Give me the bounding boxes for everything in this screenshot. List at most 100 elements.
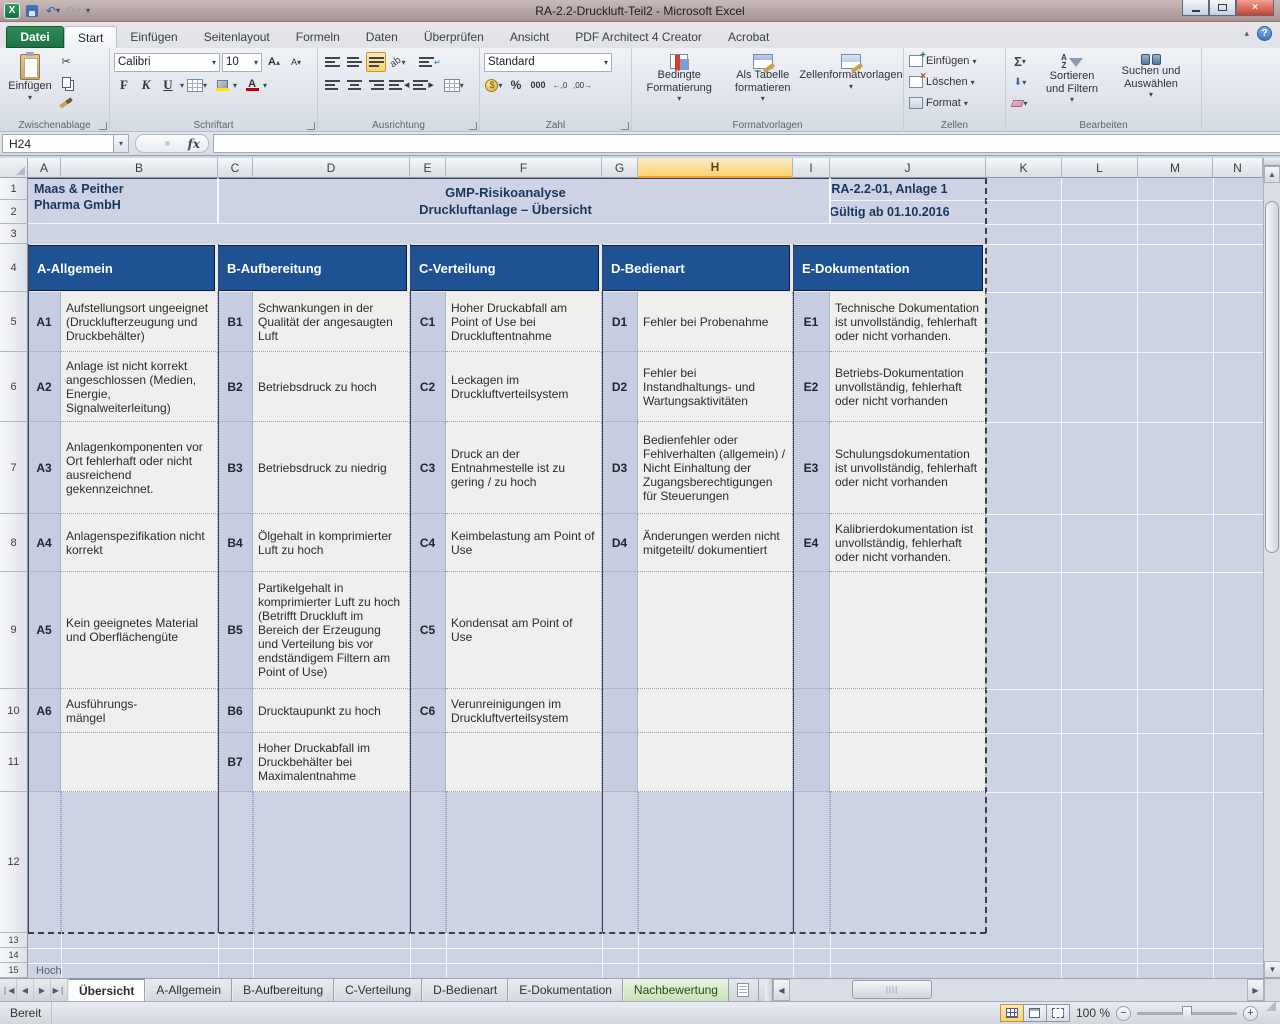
currency-button[interactable]: $▾ — [484, 75, 504, 95]
cell-empty[interactable] — [218, 792, 253, 933]
bold-button[interactable]: F — [114, 75, 134, 95]
column-header-e[interactable]: E — [410, 158, 446, 178]
cell-empty[interactable] — [602, 733, 638, 792]
save-button[interactable] — [23, 3, 41, 19]
decrease-indent-button[interactable]: ◀ — [388, 75, 410, 95]
column-header-i[interactable]: I — [793, 158, 830, 178]
page-break-view-button[interactable] — [1046, 1004, 1070, 1022]
cell-id[interactable]: E2 — [793, 352, 830, 422]
row-header-2[interactable]: 2 — [0, 200, 28, 224]
cell-empty[interactable] — [28, 792, 61, 933]
cell-text[interactable]: Betriebs-Dokumentation unvollständig, fe… — [830, 352, 986, 422]
cell-id[interactable]: C2 — [410, 352, 446, 422]
font-size-select[interactable]: 10▾ — [222, 53, 262, 72]
cell-text[interactable]: Kondensat am Point of Use — [446, 572, 602, 689]
row-header-5[interactable]: 5 — [0, 292, 28, 352]
cell-id[interactable]: E1 — [793, 292, 830, 352]
cell-text[interactable]: Verunreinigungen im Druckluftverteilsyst… — [446, 689, 602, 733]
cell-id[interactable]: A2 — [28, 352, 61, 422]
tab-daten[interactable]: Daten — [353, 26, 411, 48]
table-header-b-aufbereitung[interactable]: B-Aufbereitung — [218, 245, 407, 291]
horizontal-scrollbar[interactable]: ◀ |||| ▶ — [765, 979, 1280, 1001]
zoom-slider-track[interactable] — [1137, 1012, 1237, 1015]
cell-id[interactable]: A4 — [28, 514, 61, 572]
cell-id[interactable]: D1 — [602, 292, 638, 352]
align-bottom-button[interactable] — [366, 52, 386, 72]
tab-acrobat[interactable]: Acrobat — [715, 26, 782, 48]
row-header-7[interactable]: 7 — [0, 422, 28, 514]
cell-id[interactable]: B7 — [218, 733, 253, 792]
zoom-in-button[interactable]: + — [1243, 1006, 1258, 1021]
cell-text[interactable]: Bedienfehler oder Fehlverhalten (allgeme… — [638, 422, 793, 514]
wrap-text-button[interactable]: ↵ — [418, 52, 442, 72]
row-header-15[interactable]: 15 — [0, 963, 28, 978]
orientation-button[interactable]: ab▾ — [388, 52, 408, 72]
cell-text[interactable]: Ölgehalt in komprimierter Luft zu hoch — [253, 514, 410, 572]
name-box[interactable]: H24 — [2, 134, 114, 153]
column-header-g[interactable]: G — [602, 158, 638, 178]
increase-indent-button[interactable]: ▶ — [412, 75, 434, 95]
cell-id[interactable]: B6 — [218, 689, 253, 733]
cell-id[interactable]: B2 — [218, 352, 253, 422]
cell-text[interactable]: Anlagenspezifikation nicht korrekt — [61, 514, 218, 572]
cell-text[interactable]: Schwankungen in der Qualität der angesau… — [253, 292, 410, 352]
cell-id[interactable]: A6 — [28, 689, 61, 733]
row-header-9[interactable]: 9 — [0, 572, 28, 689]
increase-decimal-button[interactable]: ←,0 — [550, 75, 570, 95]
table-header-d-bedienart[interactable]: D-Bedienart — [602, 245, 790, 291]
cell-id[interactable]: D2 — [602, 352, 638, 422]
tab-split-handle[interactable] — [765, 979, 773, 1001]
scroll-up-icon[interactable]: ▲ — [1264, 166, 1280, 183]
cell-empty[interactable] — [638, 689, 793, 733]
vertical-scrollbar[interactable]: ▲ ▼ — [1263, 158, 1280, 978]
number-format-select[interactable]: Standard▾ — [484, 53, 612, 72]
clear-button[interactable]: ▾ — [1010, 93, 1030, 113]
cell-empty[interactable] — [793, 733, 830, 792]
vertical-scrollbar-thumb[interactable] — [1265, 201, 1279, 553]
cell-text[interactable]: Anlagenkomponenten vor Ort fehlerhaft od… — [61, 422, 218, 514]
format-cells-button[interactable]: Format ▾ — [908, 93, 1000, 113]
last-sheet-icon[interactable]: ▶❘ — [51, 979, 68, 1001]
close-button[interactable]: × — [1236, 0, 1274, 16]
normal-view-button[interactable] — [1000, 1004, 1024, 1022]
row-header-8[interactable]: 8 — [0, 514, 28, 572]
first-sheet-icon[interactable]: ❘◀ — [0, 979, 17, 1001]
cell-text[interactable]: Aufstellungsort ungeeignet (Drucklufterz… — [61, 292, 218, 352]
comma-style-button[interactable]: 000 — [528, 75, 548, 95]
maximize-button[interactable] — [1209, 0, 1236, 16]
cell-id[interactable]: B5 — [218, 572, 253, 689]
cell-empty[interactable] — [253, 792, 410, 933]
row-header-11[interactable]: 11 — [0, 733, 28, 792]
cell-empty[interactable] — [602, 792, 638, 933]
cell-id[interactable]: E3 — [793, 422, 830, 514]
row-header-6[interactable]: 6 — [0, 352, 28, 422]
column-header-j[interactable]: J — [830, 158, 986, 178]
sort-filter-button[interactable]: AZ Sortieren und Filtern ▾ — [1034, 51, 1110, 115]
tab-start[interactable]: Start — [64, 26, 117, 48]
insert-function-button[interactable]: fx — [135, 134, 209, 153]
scroll-left-icon[interactable]: ◀ — [773, 979, 790, 1001]
help-icon[interactable]: ? — [1257, 26, 1272, 41]
cell-empty[interactable] — [830, 792, 986, 933]
horizontal-scrollbar-thumb[interactable]: |||| — [852, 980, 932, 999]
sheet-tab-e-dokumentation[interactable]: E-Dokumentation — [508, 979, 623, 1001]
cell-text[interactable]: Ausführungs- mängel — [61, 689, 218, 733]
cell-id[interactable]: A3 — [28, 422, 61, 514]
column-header-d[interactable]: D — [253, 158, 410, 178]
doc-ref-cell[interactable]: RA-2.2-01, Anlage 1 — [793, 178, 986, 200]
cell-text[interactable]: Drucktaupunkt zu hoch — [253, 689, 410, 733]
row-header-3[interactable]: 3 — [0, 224, 28, 244]
cell-text[interactable]: Leckagen im Druckluftverteilsystem — [446, 352, 602, 422]
align-center-button[interactable] — [344, 75, 364, 95]
autosum-button[interactable]: Σ▾ — [1010, 51, 1030, 71]
table-header-a-allgemein[interactable]: A-Allgemein — [28, 245, 215, 291]
font-color-button[interactable]: A▾ — [240, 75, 268, 95]
conditional-formatting-button[interactable]: Bedingte Formatierung ▾ — [636, 51, 722, 115]
tab-formeln[interactable]: Formeln — [283, 26, 353, 48]
cell-empty[interactable] — [793, 792, 830, 933]
row-header-13[interactable]: 13 — [0, 933, 28, 948]
cell-empty[interactable] — [830, 572, 986, 689]
valid-from-cell[interactable]: Gültig ab 01.10.2016 — [793, 200, 986, 224]
cell-text[interactable]: Keimbelastung am Point of Use — [446, 514, 602, 572]
align-left-button[interactable] — [322, 75, 342, 95]
